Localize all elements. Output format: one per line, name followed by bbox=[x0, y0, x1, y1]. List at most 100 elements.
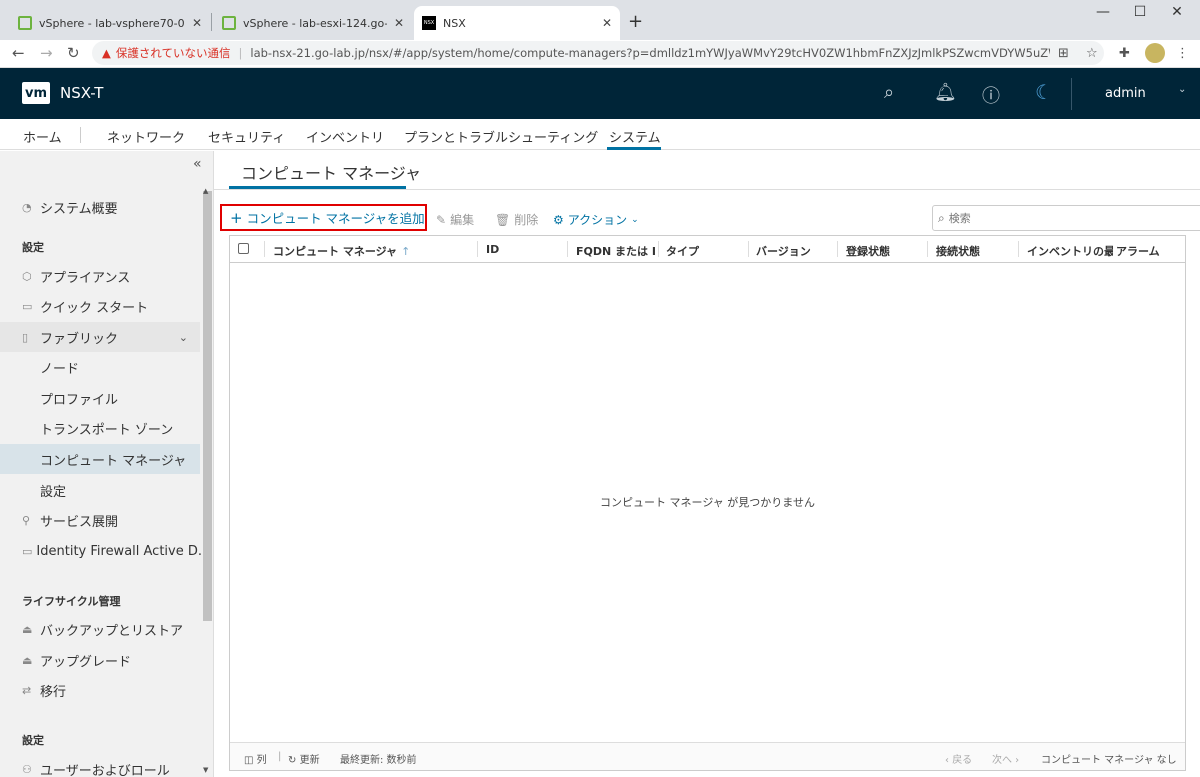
column-header-compute-manager[interactable]: コンピュート マネージャ ↑ bbox=[273, 243, 473, 259]
sidebar-section-settings-2: 設定 bbox=[22, 734, 44, 747]
tab-security[interactable]: セキュリティ bbox=[208, 127, 285, 146]
grid-toolbar: + コンピュート マネージャを追加 ✎ 編集 🗑︎ 削除 ⚙ アクション ⌄ ⌕ bbox=[220, 204, 1200, 232]
reload-icon[interactable]: ↻ bbox=[67, 44, 80, 62]
edit-button[interactable]: ✎ 編集 bbox=[436, 211, 474, 228]
close-tab-icon[interactable]: ✕ bbox=[192, 16, 202, 30]
search-icon[interactable]: ⌕ bbox=[884, 82, 894, 103]
collapse-sidebar-icon[interactable]: « bbox=[193, 156, 202, 172]
previous-page-button[interactable]: ‹ 戻る bbox=[945, 751, 972, 766]
last-updated-text: 最終更新: 数秒前 bbox=[340, 755, 417, 766]
gauge-icon: ◔ bbox=[22, 200, 32, 214]
search-input[interactable] bbox=[948, 211, 1189, 225]
sidebar-item-users-roles[interactable]: ⚇ ユーザーおよびロール bbox=[0, 754, 200, 777]
column-header-connection-status[interactable]: 接続状態 bbox=[936, 243, 1016, 259]
column-header-registration-status[interactable]: 登録状態 bbox=[846, 243, 926, 259]
sidebar: « ◔ システム概要 設定 ⬡ アプライアンス ▭ クイック スタート ▯ ファ… bbox=[0, 151, 214, 777]
active-tab-indicator bbox=[607, 147, 661, 150]
sidebar-section-settings: 設定 bbox=[22, 241, 44, 254]
sidebar-item-fabric-settings[interactable]: 設定 bbox=[0, 475, 200, 505]
browser-tab-bar: vSphere - lab-vsphere70-02-nsxt ✕ vSpher… bbox=[0, 0, 1200, 40]
column-header-alarms[interactable]: アラーム bbox=[1116, 243, 1184, 259]
extensions-icon[interactable]: ✚ bbox=[1119, 46, 1130, 61]
sort-ascending-icon[interactable]: ↑ bbox=[401, 245, 410, 258]
sidebar-item-appliances[interactable]: ⬡ アプライアンス bbox=[0, 261, 200, 291]
select-all-checkbox[interactable] bbox=[238, 243, 249, 254]
bookmark-star-icon[interactable]: ☆ bbox=[1086, 46, 1098, 61]
vsphere-favicon-icon bbox=[18, 16, 32, 30]
delete-button[interactable]: 🗑︎ 削除 bbox=[495, 211, 538, 228]
back-icon[interactable]: ← bbox=[12, 44, 25, 62]
browser-address-bar: ← → ↻ ▲ 保護されていない通信 | lab-nsx-21.go-lab.j… bbox=[0, 40, 1200, 68]
sidebar-section-lifecycle: ライフサイクル管理 bbox=[22, 595, 121, 608]
scroll-down-icon[interactable]: ▼ bbox=[203, 766, 208, 774]
column-header-id[interactable]: ID bbox=[486, 243, 566, 256]
chevron-down-icon[interactable]: ⌄ bbox=[179, 331, 188, 344]
dark-mode-moon-icon[interactable]: ☾ bbox=[1035, 80, 1053, 104]
actions-dropdown[interactable]: ⚙ アクション ⌄ bbox=[553, 211, 639, 228]
tab-inventory[interactable]: インベントリ bbox=[306, 127, 384, 146]
column-header-inventory[interactable]: インベントリの最 bbox=[1027, 243, 1113, 259]
close-tab-icon[interactable]: ✕ bbox=[602, 16, 612, 30]
browser-menu-icon[interactable]: ⋮ bbox=[1176, 46, 1189, 61]
plus-icon: + bbox=[230, 208, 243, 227]
upgrade-icon: ⏏ bbox=[22, 653, 33, 667]
avatar[interactable] bbox=[1145, 43, 1165, 63]
sidebar-item-fabric[interactable]: ▯ ファブリック ⌄ bbox=[0, 322, 200, 352]
refresh-icon: ↻ bbox=[288, 755, 297, 766]
sidebar-scrollbar[interactable] bbox=[202, 187, 212, 767]
sidebar-item-migrate[interactable]: ⇄ 移行 bbox=[0, 675, 200, 705]
fabric-icon: ▯ bbox=[22, 330, 29, 344]
scroll-up-icon[interactable]: ▲ bbox=[203, 187, 208, 195]
tab-system[interactable]: システム bbox=[609, 127, 661, 146]
help-icon[interactable]: ⓘ bbox=[982, 82, 1000, 108]
cube-icon: ⬡ bbox=[22, 269, 32, 283]
warning-icon: ▲ bbox=[102, 46, 111, 60]
app-title: NSX-T bbox=[60, 84, 104, 102]
gear-icon: ⚙ bbox=[553, 212, 564, 227]
tab-network[interactable]: ネットワーク bbox=[107, 127, 185, 146]
grid-header: コンピュート マネージャ ↑ ID FQDN または IP タイプ バージョン 登… bbox=[230, 236, 1185, 263]
sidebar-item-service-deployment[interactable]: ⚲ サービス展開 bbox=[0, 505, 200, 535]
sidebar-item-system-overview[interactable]: ◔ システム概要 bbox=[0, 192, 200, 222]
tab-home[interactable]: ホーム bbox=[23, 127, 62, 146]
columns-toggle[interactable]: ◫ 列 bbox=[244, 751, 267, 766]
sidebar-item-identity-firewall[interactable]: ▭ Identity Firewall Active D... bbox=[0, 536, 210, 566]
new-tab-button[interactable]: + bbox=[628, 11, 643, 32]
column-header-fqdn[interactable]: FQDN または IP bbox=[576, 243, 656, 259]
close-window-icon[interactable]: ✕ bbox=[1154, 4, 1200, 20]
grid-footer: ◫ 列 | ↻ 更新 最終更新: 数秒前 ‹ 戻る 次へ › コンピュート マネ… bbox=[230, 742, 1185, 770]
monitor-icon: ▭ bbox=[22, 299, 33, 313]
sidebar-item-transport-zones[interactable]: トランスポート ゾーン bbox=[0, 413, 200, 443]
browser-tab-nsx[interactable]: NSX NSX ✕ bbox=[414, 6, 620, 40]
browser-tab-vsphere-1[interactable]: vSphere - lab-vsphere70-02-nsxt ✕ bbox=[10, 6, 210, 40]
item-count-text: コンピュート マネージャ なし bbox=[1041, 755, 1177, 766]
sidebar-item-profiles[interactable]: プロファイル bbox=[0, 383, 200, 413]
sidebar-item-nodes[interactable]: ノード bbox=[0, 352, 200, 382]
browser-tab-vsphere-2[interactable]: vSphere - lab-esxi-124.go-lab.jp ✕ bbox=[214, 6, 412, 40]
bell-icon[interactable]: 🔔︎ bbox=[934, 82, 957, 103]
next-page-button[interactable]: 次へ › bbox=[992, 751, 1019, 766]
sidebar-item-quick-start[interactable]: ▭ クイック スタート bbox=[0, 291, 200, 321]
column-header-type[interactable]: タイプ bbox=[666, 243, 746, 259]
app-header: vm NSX-T ⌕ 🔔︎ ⓘ ☾ admin ⌄ bbox=[0, 68, 1200, 119]
user-menu[interactable]: admin bbox=[1105, 86, 1146, 101]
translate-icon[interactable]: ⊞ bbox=[1058, 46, 1069, 61]
close-tab-icon[interactable]: ✕ bbox=[394, 16, 404, 30]
search-field[interactable]: ⌕ bbox=[932, 205, 1200, 231]
backup-icon: ⏏ bbox=[22, 622, 33, 636]
sidebar-item-backup-restore[interactable]: ⏏ バックアップとリストア bbox=[0, 614, 200, 644]
trash-icon: 🗑︎ bbox=[495, 212, 511, 227]
scrollbar-thumb[interactable] bbox=[203, 191, 212, 621]
empty-grid-message: コンピュート マネージャ が見つかりません bbox=[600, 496, 815, 509]
url-input[interactable]: ▲ 保護されていない通信 | lab-nsx-21.go-lab.jp/nsx/… bbox=[92, 41, 1104, 65]
add-compute-manager-button[interactable]: + コンピュート マネージャを追加 bbox=[220, 204, 427, 231]
chevron-down-icon[interactable]: ⌄ bbox=[1178, 84, 1186, 95]
sidebar-item-upgrade[interactable]: ⏏ アップグレード bbox=[0, 645, 200, 675]
refresh-button[interactable]: ↻ 更新 bbox=[288, 751, 320, 766]
forward-icon[interactable]: → bbox=[40, 44, 53, 62]
pencil-icon: ✎ bbox=[436, 212, 447, 227]
column-header-version[interactable]: バージョン bbox=[756, 243, 836, 259]
sidebar-item-compute-managers[interactable]: コンピュート マネージャ bbox=[0, 444, 200, 474]
tab-plan-troubleshoot[interactable]: プランとトラブルシューティング bbox=[404, 127, 598, 146]
nsx-favicon-icon: NSX bbox=[422, 16, 436, 30]
